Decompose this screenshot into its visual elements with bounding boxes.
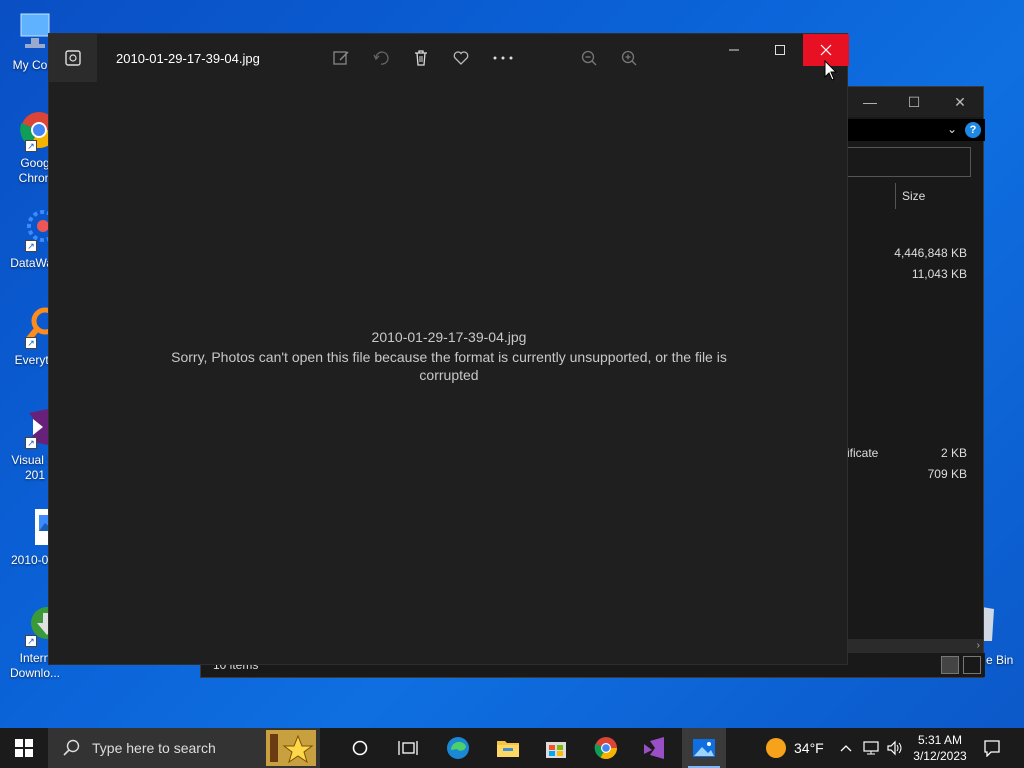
action-center-button[interactable] <box>976 728 1008 768</box>
chevron-up-icon <box>840 745 852 752</box>
delete-icon[interactable] <box>411 48 431 68</box>
network-icon <box>863 741 879 755</box>
taskbar-chrome[interactable] <box>586 728 626 768</box>
taskbar-search-box[interactable]: Type here to search <box>48 728 320 768</box>
task-view-button[interactable] <box>388 728 428 768</box>
search-placeholder: Type here to search <box>92 740 216 756</box>
horizontal-scrollbar[interactable]: › <box>841 639 983 653</box>
mouse-cursor-icon <box>824 60 838 81</box>
chevron-down-icon[interactable]: ⌄ <box>947 122 957 136</box>
task-view-icon <box>398 741 418 755</box>
file-title: 2010-01-29-17-39-04.jpg <box>116 51 260 66</box>
taskbar: Type here to search 34°F 5:31 AM 3/12/20… <box>0 728 1024 768</box>
column-header-size[interactable]: Size <box>895 183 975 209</box>
photos-app-icon[interactable] <box>49 34 97 82</box>
photos-window[interactable]: 2010-01-29-17-39-04.jpg 2010-01-29-17-39… <box>48 33 849 665</box>
weather-widget[interactable] <box>764 728 788 768</box>
windows-logo-icon <box>15 739 33 757</box>
chevron-right-icon[interactable]: › <box>977 639 980 653</box>
details-view-icon[interactable] <box>941 656 959 674</box>
zoom-out-icon[interactable] <box>579 48 599 68</box>
clock-date: 3/12/2023 <box>913 749 967 763</box>
search-input[interactable] <box>841 147 971 177</box>
minimize-button[interactable] <box>711 34 757 66</box>
rotate-icon[interactable] <box>371 48 391 68</box>
taskbar-visual-studio[interactable] <box>634 728 674 768</box>
close-icon[interactable]: ✕ <box>951 93 969 111</box>
desktop-icon-label: Downlo... <box>9 666 61 680</box>
volume-button[interactable] <box>884 728 906 768</box>
cortana-button[interactable] <box>340 728 380 768</box>
help-icon[interactable]: ? <box>965 122 981 138</box>
edit-icon[interactable] <box>331 48 351 68</box>
clock-time: 5:31 AM <box>917 733 963 747</box>
notification-icon <box>984 740 1000 757</box>
error-message: 2010-01-29-17-39-04.jpg Sorry, Photos ca… <box>49 328 849 384</box>
cortana-icon <box>352 740 368 756</box>
row-type: ificate <box>847 446 879 460</box>
maximize-icon <box>775 45 785 55</box>
shortcut-arrow-icon: ↗ <box>25 635 37 647</box>
search-icon <box>63 739 80 756</box>
close-icon <box>820 44 832 56</box>
shortcut-arrow-icon: ↗ <box>25 140 37 152</box>
photos-icon <box>693 739 715 757</box>
edge-icon <box>447 737 469 759</box>
taskbar-store[interactable] <box>536 728 576 768</box>
favorite-icon[interactable] <box>451 48 471 68</box>
folder-icon <box>497 741 519 757</box>
maximize-icon[interactable]: ☐ <box>905 93 923 111</box>
chrome-icon <box>594 737 617 759</box>
row-size: 4,446,848 KB <box>894 246 967 260</box>
show-hidden-icons-button[interactable] <box>836 728 856 768</box>
row-size: 11,043 KB <box>911 267 967 281</box>
recycle-bin-label: e Bin <box>986 653 1014 667</box>
maximize-button[interactable] <box>757 34 803 66</box>
photos-toolbar: 2010-01-29-17-39-04.jpg <box>49 34 849 82</box>
taskbar-file-explorer[interactable] <box>488 728 528 768</box>
shortcut-arrow-icon: ↗ <box>25 240 37 252</box>
shortcut-arrow-icon: ↗ <box>25 437 37 449</box>
error-file-name: 2010-01-29-17-39-04.jpg <box>371 329 527 345</box>
minimize-icon <box>729 49 739 51</box>
row-size: 709 KB <box>927 467 967 481</box>
volume-icon <box>887 740 902 756</box>
error-text: Sorry, Photos can't open this file becau… <box>171 349 727 383</box>
sun-icon <box>766 738 786 758</box>
shortcut-arrow-icon: ↗ <box>25 337 37 349</box>
visual-studio-icon <box>644 737 664 759</box>
weather-temperature[interactable]: 34°F <box>794 740 824 756</box>
clock[interactable]: 5:31 AM 3/12/2023 <box>908 728 972 768</box>
store-icon <box>546 742 566 758</box>
taskbar-edge[interactable] <box>438 728 478 768</box>
more-icon[interactable] <box>491 48 515 68</box>
minimize-icon[interactable]: — <box>861 93 879 111</box>
zoom-in-icon[interactable] <box>619 48 639 68</box>
row-size: 2 KB <box>940 446 967 460</box>
start-button[interactable] <box>0 728 48 768</box>
taskbar-photos[interactable] <box>682 728 726 768</box>
network-button[interactable] <box>860 728 882 768</box>
search-highlight-icon <box>266 730 316 766</box>
large-icons-view-icon[interactable] <box>963 656 981 674</box>
